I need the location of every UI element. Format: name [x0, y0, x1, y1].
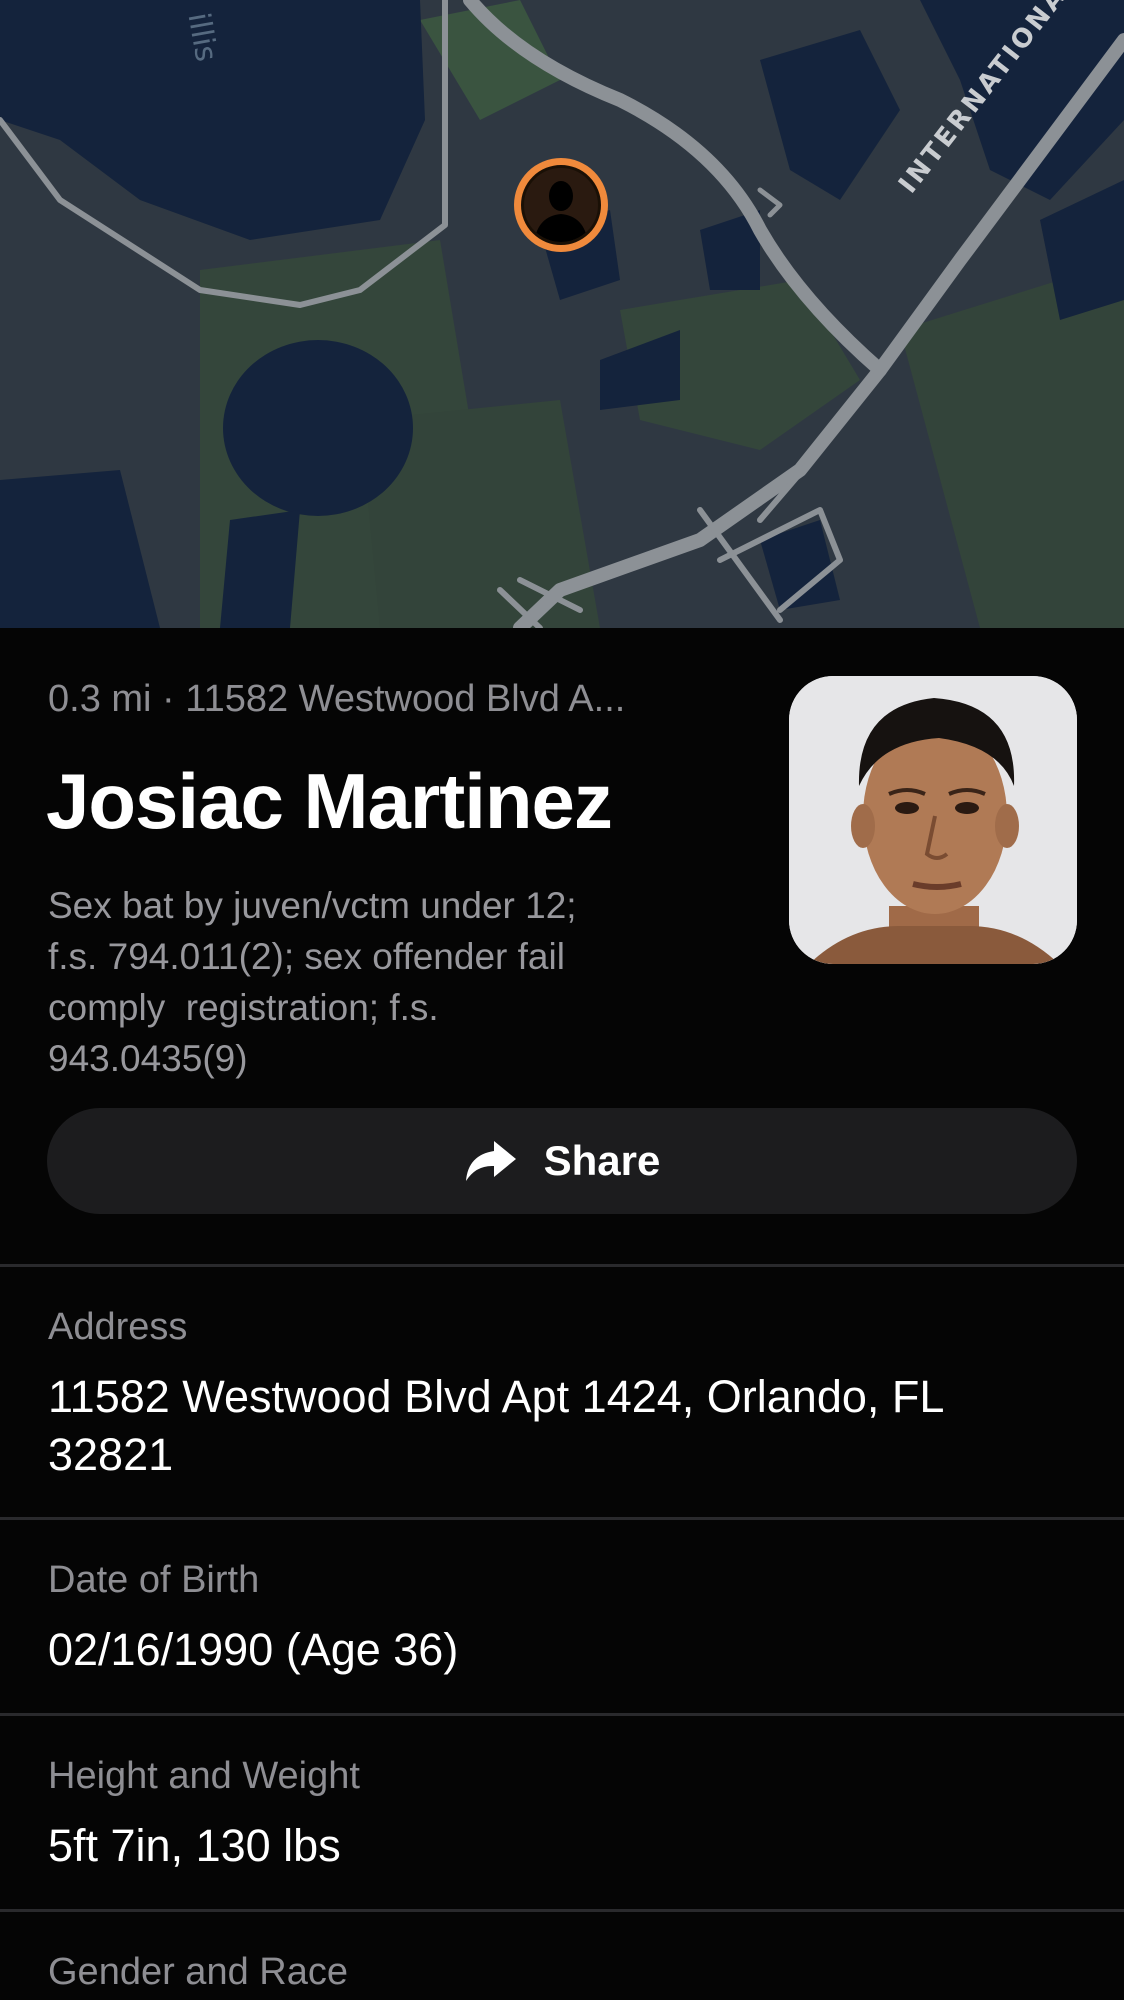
share-button-label: Share	[543, 1137, 661, 1184]
offender-name: Josiac Martinez	[46, 757, 613, 845]
detail-value: 02/16/1990 (Age 36)	[48, 1624, 459, 1675]
person-silhouette-icon	[521, 165, 601, 245]
detail-label: Address	[48, 1306, 188, 1348]
detail-label: Height and Weight	[48, 1755, 360, 1797]
detail-row-gender-race[interactable]: Gender and Race	[0, 1909, 1124, 2000]
detail-value: 5ft 7in, 130 lbs	[48, 1820, 341, 1871]
map-canvas	[0, 0, 1124, 628]
detail-row-date-of-birth[interactable]: Date of Birth 02/16/1990 (Age 36)	[0, 1517, 1124, 1712]
detail-label: Gender and Race	[48, 1951, 348, 1993]
share-button[interactable]: Share	[47, 1108, 1077, 1214]
map-view[interactable]: illis INTERNATIONAL	[0, 0, 1124, 628]
detail-label: Date of Birth	[48, 1559, 260, 1601]
offender-detail-panel: 0.3 mi · 11582 Westwood Blvd A... Josiac…	[0, 628, 1124, 2000]
mugshot-photo[interactable]	[789, 676, 1077, 964]
detail-value: 11582 Westwood Blvd Apt 1424, Orlando, F…	[48, 1371, 943, 1480]
share-arrow-icon	[465, 1141, 516, 1181]
distance-address-subtitle: 0.3 mi · 11582 Westwood Blvd A...	[48, 678, 626, 720]
offense-description: Sex bat by juven/vctm under 12; f.s. 794…	[48, 885, 577, 1079]
offender-map-pin[interactable]	[514, 158, 608, 252]
detail-row-address[interactable]: Address 11582 Westwood Blvd Apt 1424, Or…	[0, 1264, 1124, 1516]
detail-row-height-weight[interactable]: Height and Weight 5ft 7in, 130 lbs	[0, 1713, 1124, 1908]
